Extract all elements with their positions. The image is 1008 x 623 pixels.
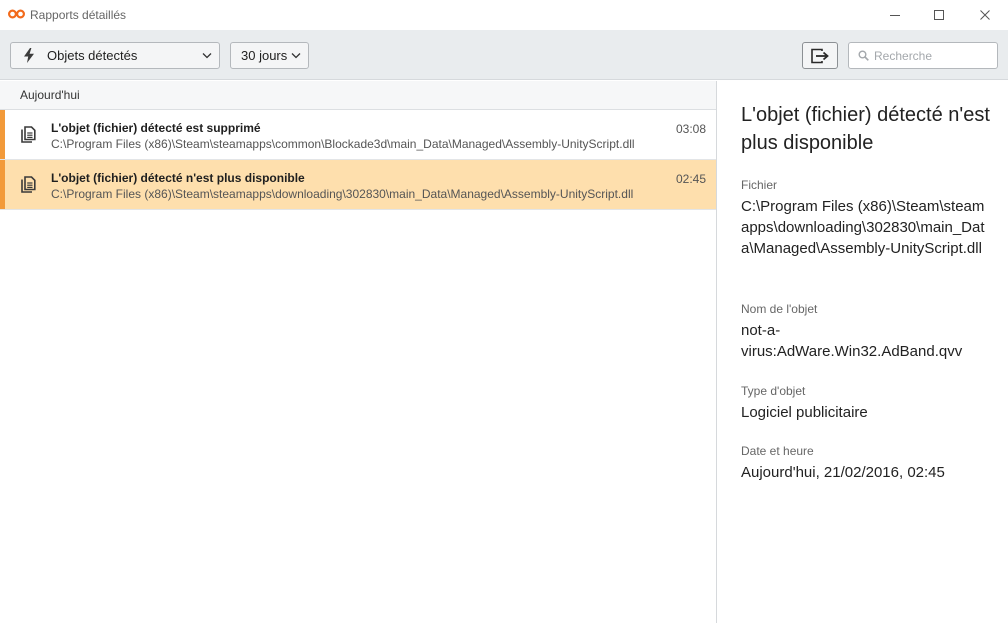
file-label: Fichier — [741, 178, 778, 192]
list-item-title: L'objet (fichier) détecté n'est plus dis… — [51, 171, 305, 185]
export-icon — [811, 48, 829, 63]
object-name-label: Nom de l'objet — [741, 302, 818, 316]
object-name-value: not-a-virus:AdWare.Win32.AdBand.qvv — [741, 322, 963, 360]
file-copy-icon — [21, 126, 36, 143]
list-item-time: 03:08 — [675, 122, 706, 136]
chevron-down-icon — [291, 53, 301, 59]
filter-dropdown[interactable]: Objets détectés — [10, 42, 220, 69]
lightning-icon — [24, 48, 34, 63]
filter-dropdown-label: Objets détectés — [47, 48, 138, 63]
list-item-selected[interactable]: L'objet (fichier) détecté n'est plus dis… — [0, 160, 716, 210]
search-icon — [858, 50, 869, 61]
maximize-button[interactable] — [916, 0, 962, 30]
severity-stripe — [0, 160, 5, 209]
search-box[interactable] — [848, 42, 998, 69]
window-title: Rapports détaillés — [30, 8, 127, 22]
app-logo-icon — [8, 9, 25, 19]
list-item-path: C:\Program Files (x86)\Steam\steamapps\d… — [51, 187, 634, 201]
object-type-value: Logiciel publicitaire — [741, 404, 868, 421]
detail-pane: L'objet (fichier) détecté n'est plus dis… — [717, 81, 1008, 623]
datetime-label: Date et heure — [741, 444, 814, 458]
close-icon — [980, 10, 990, 20]
export-button[interactable] — [802, 42, 838, 69]
object-type-label: Type d'objet — [741, 384, 806, 398]
close-button[interactable] — [962, 0, 1008, 30]
search-input[interactable] — [874, 45, 992, 66]
file-value: C:\Program Files (x86)\Steam\steamapps\d… — [741, 198, 985, 257]
maximize-icon — [934, 10, 944, 20]
list-item-time: 02:45 — [675, 172, 706, 186]
detail-title: L'objet (fichier) détecté n'est plus dis… — [741, 104, 990, 154]
report-list: Aujourd'hui L'objet (fichier) détecté es… — [0, 81, 716, 623]
title-bar: Rapports détaillés — [0, 0, 1008, 30]
list-item-title: L'objet (fichier) détecté est supprimé — [51, 121, 261, 135]
minimize-icon — [890, 15, 900, 16]
list-item-path: C:\Program Files (x86)\Steam\steamapps\c… — [51, 137, 635, 151]
group-header-today: Aujourd'hui — [0, 81, 716, 110]
period-dropdown[interactable]: 30 jours — [230, 42, 309, 69]
datetime-value: Aujourd'hui, 21/02/2016, 02:45 — [741, 464, 945, 481]
chevron-down-icon — [202, 53, 212, 59]
list-item[interactable]: L'objet (fichier) détecté est supprimé C… — [0, 110, 716, 160]
file-copy-icon — [21, 176, 36, 193]
minimize-button[interactable] — [872, 0, 918, 30]
period-dropdown-label: 30 jours — [241, 48, 288, 63]
severity-stripe — [0, 110, 5, 159]
toolbar: Objets détectés 30 jours — [0, 30, 1008, 80]
